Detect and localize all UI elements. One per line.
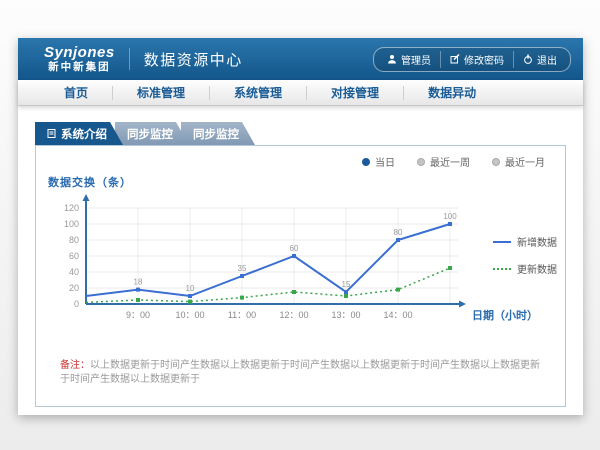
- nav-item-standard-mgmt[interactable]: 标准管理: [112, 86, 209, 100]
- edit-icon: [450, 54, 460, 64]
- dotted-line-swatch: [493, 268, 511, 270]
- tab-bar: 系统介绍 同步监控 同步监控: [35, 122, 583, 145]
- radio-icon: [492, 158, 500, 166]
- svg-text:12：00: 12：00: [279, 310, 308, 320]
- time-filter-group: 当日 最近一周 最近一月: [36, 146, 565, 170]
- radio-label: 当日: [375, 154, 395, 169]
- nav-item-data-changes[interactable]: 数据异动: [403, 86, 500, 100]
- legend-item-update-data: 更新数据: [493, 261, 557, 276]
- tab-system-intro[interactable]: 系统介绍: [35, 122, 123, 145]
- svg-text:13：00: 13：00: [331, 310, 360, 320]
- svg-text:100: 100: [443, 212, 457, 221]
- app-header: Synjones 新中新集团 数据资源中心 管理员 修改密码 退出: [18, 38, 583, 80]
- footnote-text: 以上数据更新于时间产生数据以上数据更新于时间产生数据以上数据更新于时间产生数据以…: [60, 360, 540, 385]
- svg-text:60: 60: [290, 244, 299, 253]
- radio-icon: [362, 158, 370, 166]
- nav-item-integration-mgmt[interactable]: 对接管理: [306, 86, 403, 100]
- nav-item-system-mgmt[interactable]: 系统管理: [209, 86, 306, 100]
- svg-text:10: 10: [186, 284, 195, 293]
- company-name: 新中新集团: [48, 62, 111, 73]
- logout-button[interactable]: 退出: [513, 51, 566, 68]
- power-icon: [523, 54, 533, 65]
- radio-today[interactable]: 当日: [362, 153, 395, 170]
- svg-text:日期（小时）: 日期（小时）: [472, 308, 538, 322]
- main-nav: 首页 标准管理 系统管理 对接管理 数据异动: [18, 80, 583, 106]
- current-user-label: 管理员: [401, 52, 431, 67]
- nav-item-home[interactable]: 首页: [40, 86, 112, 100]
- svg-text:9：00: 9：00: [126, 310, 150, 320]
- tab-label: 同步监控: [193, 126, 239, 142]
- user-menu: 管理员 修改密码 退出: [373, 47, 571, 72]
- radio-last-week[interactable]: 最近一周: [417, 153, 470, 170]
- svg-text:10：00: 10：00: [175, 310, 204, 320]
- y-axis-title: 数据交换（条）: [36, 170, 565, 190]
- legend-label: 更新数据: [517, 261, 557, 276]
- user-icon: [387, 54, 397, 64]
- svg-text:20: 20: [69, 283, 79, 293]
- svg-text:80: 80: [394, 228, 403, 237]
- svg-text:40: 40: [69, 267, 79, 277]
- logout-label: 退出: [537, 52, 557, 67]
- footnote-label: 备注：: [60, 360, 90, 371]
- brand-name: Synjones: [44, 45, 115, 60]
- svg-text:11：00: 11：00: [228, 310, 256, 320]
- line-chart: 0 20 40 60 80 100 120 9：00 10：00 11：00 12：00 13：00 1…: [50, 192, 550, 332]
- svg-text:120: 120: [64, 203, 79, 213]
- change-password-label: 修改密码: [464, 52, 504, 67]
- radio-icon: [417, 158, 425, 166]
- tab-sync-monitor-2[interactable]: 同步监控: [181, 122, 255, 145]
- company-logo: Synjones 新中新集团: [44, 45, 115, 73]
- chart-panel: 当日 最近一周 最近一月 数据交换（条） 0 20 40 60 80 100 120 9：00…: [35, 145, 566, 407]
- svg-text:15: 15: [342, 280, 351, 289]
- page-title: 数据资源中心: [144, 49, 243, 70]
- radio-label: 最近一周: [430, 154, 470, 169]
- chart-area: 0 20 40 60 80 100 120 9：00 10：00 11：00 12：00 13：00 1…: [36, 192, 565, 337]
- radio-last-month[interactable]: 最近一月: [492, 153, 545, 170]
- chart-legend: 新增数据 更新数据: [493, 234, 557, 276]
- change-password-button[interactable]: 修改密码: [440, 51, 513, 68]
- legend-label: 新增数据: [517, 234, 557, 249]
- svg-text:14：00: 14：00: [383, 310, 412, 320]
- tab-sync-monitor-1[interactable]: 同步监控: [115, 122, 189, 145]
- svg-text:60: 60: [69, 251, 79, 261]
- svg-text:35: 35: [238, 264, 247, 273]
- legend-item-new-data: 新增数据: [493, 234, 557, 249]
- document-icon: [47, 128, 56, 139]
- solid-line-swatch: [493, 241, 511, 243]
- svg-text:80: 80: [69, 235, 79, 245]
- app-window: Synjones 新中新集团 数据资源中心 管理员 修改密码 退出 首页 标准管…: [18, 38, 583, 415]
- header-divider: [129, 48, 130, 70]
- svg-text:0: 0: [74, 299, 79, 309]
- tab-label: 同步监控: [127, 126, 173, 142]
- footnote: 备注：以上数据更新于时间产生数据以上数据更新于时间产生数据以上数据更新于时间产生…: [36, 359, 565, 387]
- svg-text:18: 18: [134, 278, 143, 287]
- svg-text:100: 100: [64, 219, 79, 229]
- tab-label: 系统介绍: [61, 126, 107, 142]
- current-user-button[interactable]: 管理员: [378, 51, 440, 68]
- radio-label: 最近一月: [505, 154, 545, 169]
